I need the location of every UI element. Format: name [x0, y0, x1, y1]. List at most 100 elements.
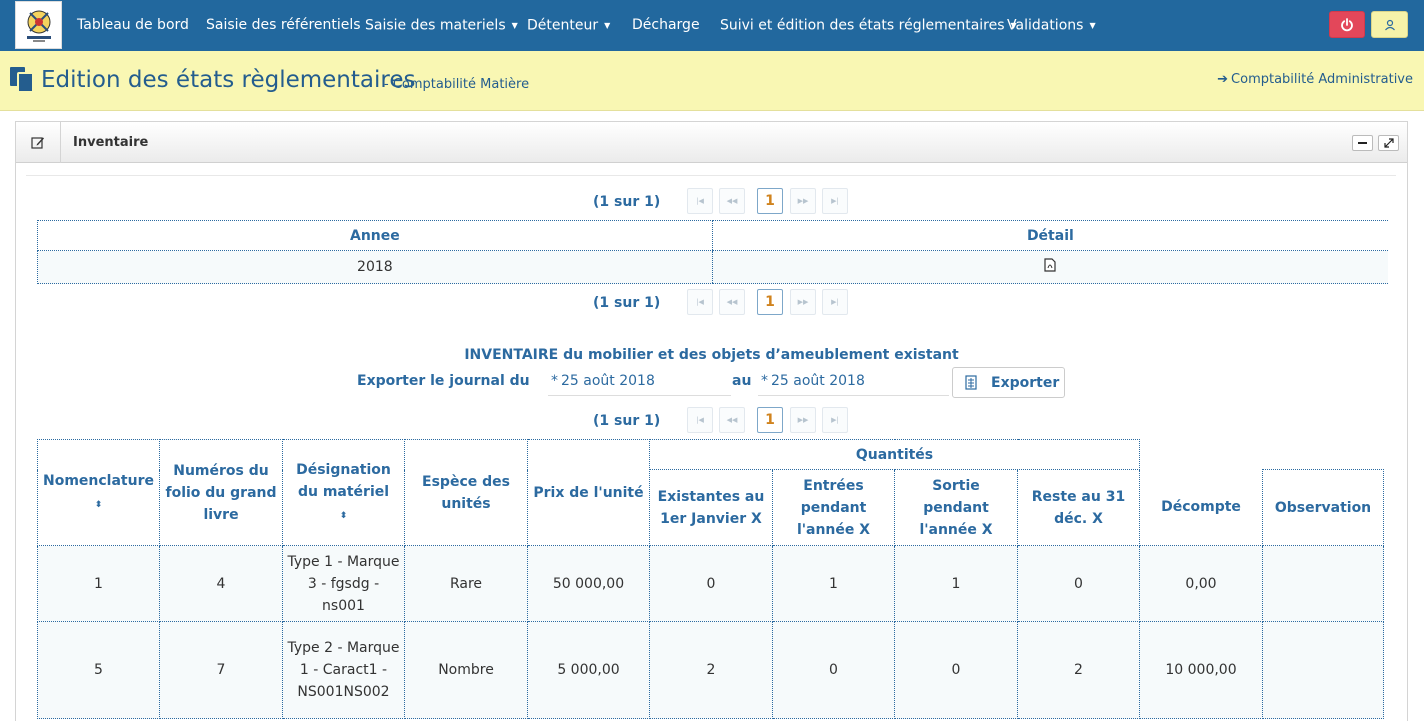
- next-page-button[interactable]: ▶▶: [790, 289, 816, 315]
- table-row[interactable]: 2018: [37, 250, 1388, 284]
- nav-tableau-de-bord[interactable]: Tableau de bord: [77, 0, 189, 51]
- col-header-designation[interactable]: Désignation du matériel ⬍: [282, 439, 405, 546]
- last-page-button[interactable]: ▶|: [822, 407, 848, 433]
- header-label: Nomenclature: [43, 472, 154, 489]
- nav-label: Tableau de bord: [77, 17, 189, 33]
- date-to-input[interactable]: * 25 août 2018: [758, 367, 949, 396]
- page-1-button[interactable]: 1: [757, 407, 783, 433]
- caret-down-icon: ▼: [604, 21, 611, 30]
- first-page-icon: |◀: [696, 416, 704, 424]
- date-from-input[interactable]: * 25 août 2018: [548, 367, 731, 396]
- nav-saisie-referentiels[interactable]: Saisie des référentiels: [206, 0, 361, 51]
- header-spacer: [1263, 440, 1384, 470]
- col-header-observation: Observation: [1262, 469, 1384, 546]
- nav-label: Décharge: [632, 17, 700, 33]
- paginator-bottom: (1 sur 1) |◀ ◀◀ 1 ▶▶ ▶|: [16, 289, 1407, 317]
- page-number: 1: [765, 412, 775, 428]
- emblem-icon: [26, 10, 51, 42]
- maximize-button[interactable]: [1378, 135, 1399, 151]
- nav-label: Suivi et édition des états réglementaire…: [720, 17, 1005, 34]
- page-count: (1 sur 1): [593, 295, 661, 311]
- prev-page-icon: ◀◀: [726, 416, 738, 424]
- page-1-button[interactable]: 1: [757, 188, 783, 214]
- logout-button[interactable]: [1329, 11, 1365, 38]
- comptabilite-administrative-link[interactable]: ➔ Comptabilité Administrative: [1217, 72, 1413, 87]
- pdf-file-icon[interactable]: [1044, 258, 1056, 276]
- col-header-prix: Prix de l'unité: [527, 439, 650, 546]
- cell-prix: 5 000,00: [527, 621, 650, 719]
- page-1-button[interactable]: 1: [757, 289, 783, 315]
- page-subtitle: - Comptabilité Matière: [384, 77, 530, 92]
- sort-icon[interactable]: ⬍: [340, 511, 348, 521]
- page-number: 1: [765, 294, 775, 310]
- required-mark: *: [551, 373, 558, 389]
- cell-existantes: 2: [649, 621, 773, 719]
- prev-page-button[interactable]: ◀◀: [719, 289, 745, 315]
- annee-cell: 2018: [37, 250, 713, 284]
- nav-decharge[interactable]: Décharge: [632, 0, 700, 51]
- inventaire-panel: Inventaire (1 sur 1) |◀ ◀◀ 1 ▶▶ ▶| Annee…: [15, 121, 1408, 721]
- prev-page-button[interactable]: ◀◀: [719, 188, 745, 214]
- next-page-button[interactable]: ▶▶: [790, 407, 816, 433]
- cell-nomenclature: 1: [37, 545, 160, 622]
- cell-sortie: 1: [894, 545, 1018, 622]
- header-spacer: [1139, 439, 1263, 470]
- last-page-icon: ▶|: [831, 197, 839, 205]
- cell-entrees: 1: [772, 545, 895, 622]
- cell-espece: Rare: [404, 545, 528, 622]
- next-page-icon: ▶▶: [797, 197, 809, 205]
- edit-cell: [16, 122, 61, 163]
- caret-down-icon: ▼: [1089, 21, 1096, 30]
- prev-page-icon: ◀◀: [726, 298, 738, 306]
- nav-label: Détenteur: [527, 17, 599, 34]
- logo[interactable]: [15, 1, 62, 49]
- last-page-button[interactable]: ▶|: [822, 188, 848, 214]
- page-count: (1 sur 1): [593, 194, 661, 210]
- nav-suivi-edition[interactable]: Suivi et édition des états réglementaire…: [720, 0, 1017, 51]
- table-row[interactable]: 1 4 Type 1 - Marque 3 - fgsdg - ns001 Ra…: [37, 545, 1384, 622]
- last-page-icon: ▶|: [831, 416, 839, 424]
- next-page-button[interactable]: ▶▶: [790, 188, 816, 214]
- col-header-folio: Numéros du folio du grand livre: [159, 439, 283, 546]
- annee-table: Annee Détail 2018: [37, 220, 1388, 284]
- sort-icon[interactable]: ⬍: [95, 500, 103, 510]
- col-header-decompte: Décompte: [1139, 469, 1263, 546]
- nav-detenteur[interactable]: Détenteur ▼: [527, 0, 610, 51]
- page-title: Edition des états règlementaires: [41, 67, 416, 93]
- export-button[interactable]: Exporter: [952, 367, 1065, 398]
- col-header-existantes: Existantes au 1er Janvier X: [649, 469, 773, 546]
- cell-observation: [1262, 545, 1384, 622]
- cell-folio: 7: [159, 621, 283, 719]
- caret-down-icon: ▼: [511, 21, 518, 30]
- prev-page-button[interactable]: ◀◀: [719, 407, 745, 433]
- panel-title: Inventaire: [73, 135, 149, 150]
- header-label: Désignation du matériel: [296, 461, 391, 500]
- admin-link-label: Comptabilité Administrative: [1231, 72, 1413, 87]
- first-page-icon: |◀: [696, 298, 704, 306]
- col-header-reste: Reste au 31 déc. X: [1017, 469, 1140, 546]
- first-page-button[interactable]: |◀: [687, 188, 713, 214]
- minimize-button[interactable]: [1352, 135, 1373, 151]
- power-icon: [1341, 17, 1353, 31]
- nav-saisie-materiels[interactable]: Saisie des materiels ▼: [365, 0, 518, 51]
- nav-validations[interactable]: Validations ▼: [1007, 0, 1096, 51]
- export-button-label: Exporter: [991, 374, 1060, 391]
- col-header-espece: Espèce des unités: [404, 439, 528, 546]
- first-page-button[interactable]: |◀: [687, 289, 713, 315]
- cell-existantes: 0: [649, 545, 773, 622]
- last-page-button[interactable]: ▶|: [822, 289, 848, 315]
- col-header-nomenclature[interactable]: Nomenclature ⬍: [37, 439, 160, 546]
- cell-designation: Type 1 - Marque 3 - fgsdg - ns001: [282, 545, 405, 622]
- col-header-entrees: Entrées pendant l'année X: [772, 469, 895, 546]
- nav-label: Saisie des materiels: [365, 17, 506, 34]
- table-row[interactable]: 5 7 Type 2 - Marque 1 - Caract1 - NS001N…: [37, 621, 1384, 719]
- page-header: Edition des états règlementaires - Compt…: [0, 51, 1424, 111]
- last-page-icon: ▶|: [831, 298, 839, 306]
- col-header-annee[interactable]: Annee: [37, 220, 713, 251]
- paginator-top: (1 sur 1) |◀ ◀◀ 1 ▶▶ ▶|: [16, 188, 1407, 216]
- cell-reste: 0: [1017, 545, 1140, 622]
- first-page-button[interactable]: |◀: [687, 407, 713, 433]
- minus-icon: [1358, 142, 1367, 144]
- user-button[interactable]: [1371, 11, 1408, 38]
- next-page-icon: ▶▶: [797, 298, 809, 306]
